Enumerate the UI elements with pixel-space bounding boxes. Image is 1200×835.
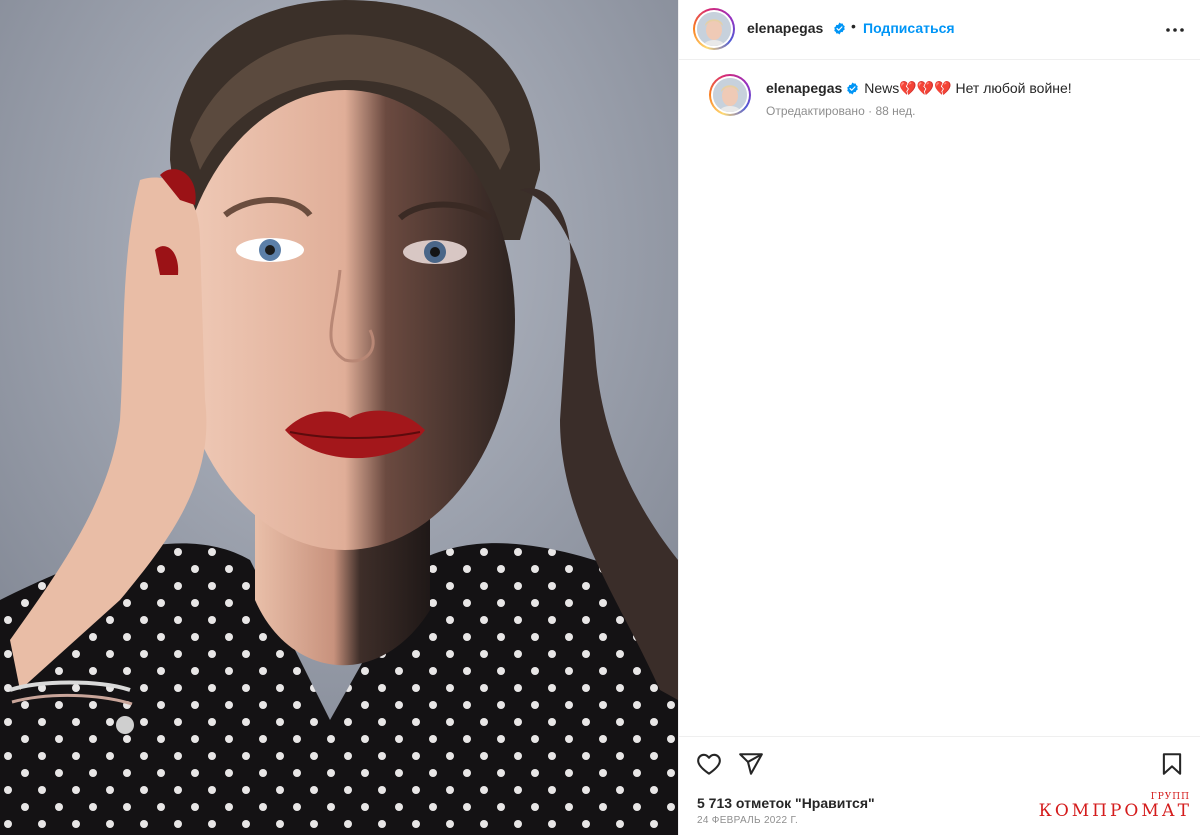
avatar-image: [713, 78, 747, 112]
heart-icon[interactable]: [696, 751, 722, 777]
watermark-small: ГРУПП: [1150, 792, 1190, 802]
follow-button[interactable]: Подписаться: [863, 20, 955, 36]
post-age[interactable]: 88 нед.: [875, 104, 915, 118]
header-separator: •: [851, 18, 856, 34]
author-username[interactable]: elenapegas: [747, 20, 823, 36]
post-detail-panel: elenapegas • Подписаться elenapegas News…: [678, 0, 1200, 835]
verified-badge-icon: [834, 22, 845, 35]
caption-username[interactable]: elenapegas: [766, 80, 842, 96]
meta-separator: ·: [868, 104, 873, 118]
post-photo[interactable]: [0, 0, 678, 835]
watermark: ГРУПП КОМПРОМАТ: [1038, 792, 1192, 821]
bookmark-icon[interactable]: [1159, 751, 1185, 777]
edited-label: Отредактировано: [766, 104, 865, 118]
share-icon[interactable]: [738, 751, 764, 777]
avatar-image: [697, 12, 731, 46]
author-avatar[interactable]: [693, 8, 735, 50]
watermark-main: КОМПРОМАТ: [1038, 801, 1192, 821]
caption-text: News💔💔💔 Нет любой войне!: [864, 80, 1072, 96]
likes-count[interactable]: 5 713 отметок "Нравится": [697, 795, 875, 811]
post-header: elenapegas • Подписаться: [679, 0, 1200, 60]
caption-line: elenapegas News💔💔💔 Нет любой войне!: [766, 80, 1072, 97]
caption-author-avatar[interactable]: [709, 74, 751, 116]
more-options-icon[interactable]: [1163, 18, 1187, 42]
post-date: 24 февраль 2022 г.: [697, 815, 799, 826]
verified-badge-icon: [847, 82, 859, 95]
portrait-image: [0, 0, 678, 835]
caption-meta: Отредактировано · 88 нед.: [766, 104, 916, 118]
